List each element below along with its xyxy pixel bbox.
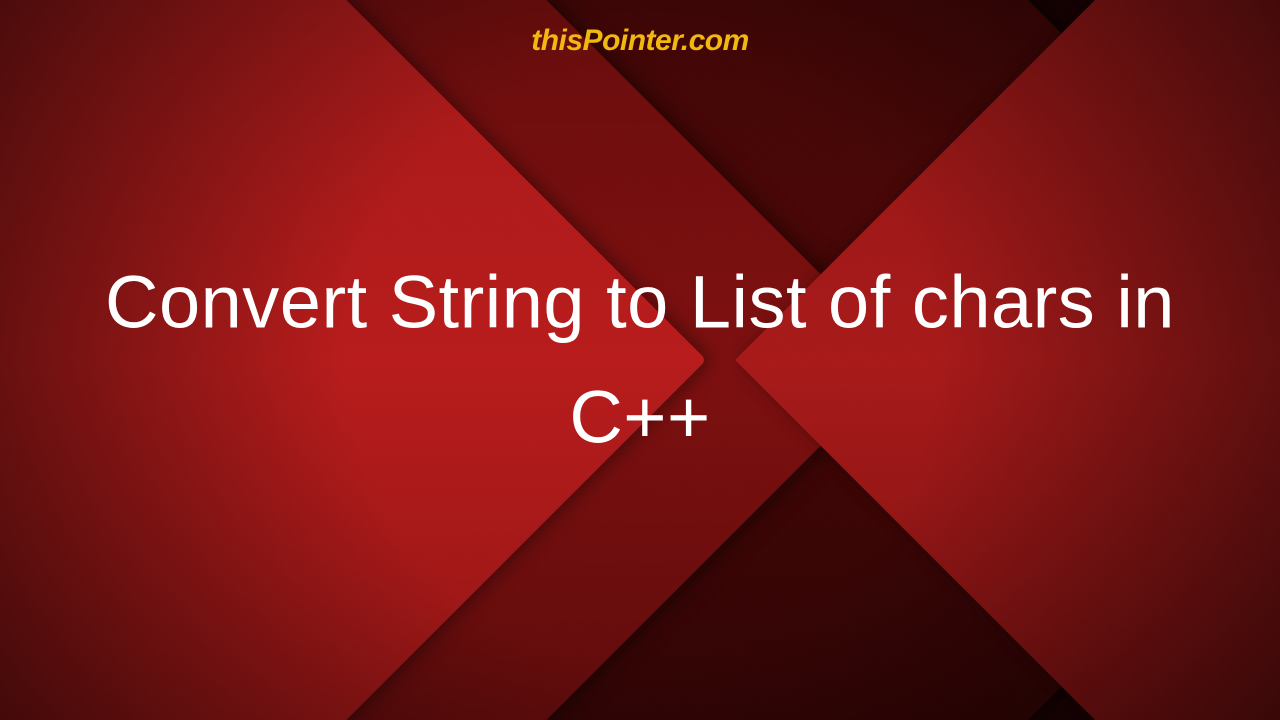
page-title: Convert String to List of chars in C++ — [64, 245, 1216, 474]
logo-suffix: .com — [681, 24, 749, 57]
site-logo: thisPointer.com — [531, 24, 749, 58]
banner-canvas: thisPointer.com Convert String to List o… — [0, 0, 1280, 720]
logo-prefix: this — [531, 24, 582, 57]
logo-main: Pointer — [583, 24, 681, 57]
